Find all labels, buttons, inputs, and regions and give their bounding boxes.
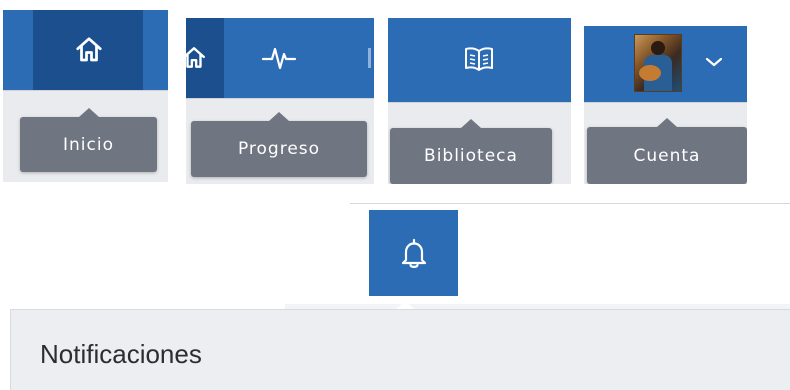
notification-divider-line — [350, 203, 790, 204]
avatar-figure-head — [651, 41, 665, 55]
notification-pointer — [396, 301, 414, 309]
home-panel: Inicio — [3, 10, 168, 182]
tooltip-library: Biblioteca — [390, 119, 552, 184]
library-panel: Biblioteca — [388, 18, 571, 184]
pulse-icon[interactable] — [259, 40, 299, 76]
progress-panel: Progreso — [186, 18, 374, 184]
book-icon[interactable] — [460, 42, 498, 76]
avatar[interactable] — [634, 34, 682, 92]
tooltip-progress: Progreso — [191, 112, 367, 177]
avatar-guitar — [639, 65, 661, 81]
nav-divider — [368, 48, 371, 68]
tooltip-account: Cuenta — [587, 118, 747, 184]
home-icon — [71, 32, 107, 68]
notifications-title: Notificaciones — [40, 339, 202, 369]
chevron-down-icon[interactable] — [702, 50, 726, 74]
tooltip-home: Inicio — [20, 108, 157, 172]
bell-icon — [396, 234, 432, 274]
home-icon — [186, 42, 210, 74]
account-panel: Cuenta — [584, 26, 747, 184]
